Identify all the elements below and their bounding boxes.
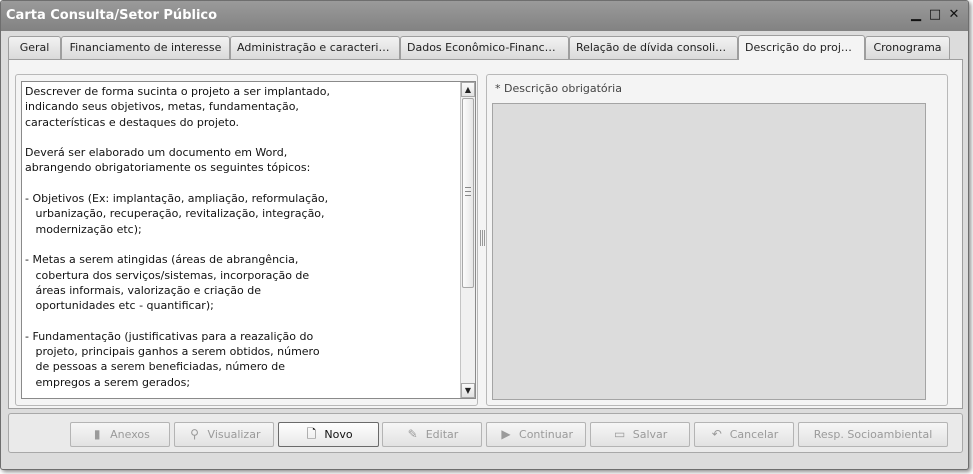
tab-geral[interactable]: Geral xyxy=(8,36,61,59)
novo-label: Novo xyxy=(324,428,353,441)
play-icon: ▶ xyxy=(501,427,511,441)
continuar-label: Continuar xyxy=(519,428,573,441)
instructions-textarea[interactable]: Descrever de forma sucinta o projeto a s… xyxy=(21,81,476,399)
instructions-text: Descrever de forma sucinta o projeto a s… xyxy=(25,85,330,389)
novo-button[interactable]: 🗋 Novo xyxy=(278,422,379,447)
scroll-down-icon[interactable]: ▼ xyxy=(461,383,475,398)
undo-icon: ↶ xyxy=(711,427,722,441)
pencil-icon: ✎ xyxy=(407,427,418,441)
visualizar-label: Visualizar xyxy=(207,428,261,441)
tab-bar: Geral Financiamento de interesse Adminis… xyxy=(8,35,963,60)
anexos-button[interactable]: ▮ Anexos xyxy=(70,422,170,447)
scroll-up-icon[interactable]: ▲ xyxy=(461,82,475,97)
description-group: * Descrição obrigatória xyxy=(486,74,948,406)
minimize-icon[interactable]: ▁ xyxy=(907,6,925,24)
editar-button[interactable]: ✎ Editar xyxy=(382,422,482,447)
cancelar-button[interactable]: ↶ Cancelar xyxy=(694,422,794,447)
description-area[interactable] xyxy=(492,103,926,400)
continuar-button[interactable]: ▶ Continuar xyxy=(486,422,586,447)
tab-cronograma[interactable]: Cronograma xyxy=(865,36,950,59)
magnifier-icon: ⚲ xyxy=(190,427,199,441)
tab-relacao-divida[interactable]: Relação de dívida consolida... xyxy=(569,36,738,59)
action-toolbar: ▮ Anexos ⚲ Visualizar 🗋 Novo ✎ Editar ▶ Conti… xyxy=(8,413,963,453)
anexos-label: Anexos xyxy=(110,428,150,441)
close-icon[interactable]: ✕ xyxy=(945,6,963,24)
resp-socioambiental-button[interactable]: Resp. Socioambiental xyxy=(798,422,948,447)
maximize-icon[interactable]: □ xyxy=(926,6,944,24)
tab-content-panel: Descrever de forma sucinta o projeto a s… xyxy=(8,59,963,409)
resp-socioambiental-label: Resp. Socioambiental xyxy=(813,428,933,441)
salvar-button[interactable]: ▭ Salvar xyxy=(590,422,690,447)
new-document-icon: 🗋 xyxy=(306,427,317,441)
salvar-label: Salvar xyxy=(632,428,668,441)
instructions-group: Descrever de forma sucinta o projeto a s… xyxy=(15,74,478,406)
cancelar-label: Cancelar xyxy=(729,428,779,441)
grip-icon xyxy=(465,187,471,196)
floppy-icon: ▭ xyxy=(614,427,626,441)
attachment-icon: ▮ xyxy=(93,427,101,441)
title-bar: Carta Consulta/Setor Público ▁ □ ✕ xyxy=(1,1,968,31)
window-title: Carta Consulta/Setor Público xyxy=(6,8,218,23)
app-window: Carta Consulta/Setor Público ▁ □ ✕ Geral… xyxy=(0,0,969,470)
editar-label: Editar xyxy=(425,428,459,441)
tab-dados-economico[interactable]: Dados Econômico-Financeiros xyxy=(400,36,569,59)
splitter-handle[interactable] xyxy=(480,230,485,246)
vertical-scrollbar[interactable]: ▲ ▼ xyxy=(460,82,475,398)
tab-financiamento[interactable]: Financiamento de interesse xyxy=(61,36,230,59)
scroll-thumb[interactable] xyxy=(462,98,474,288)
visualizar-button[interactable]: ⚲ Visualizar xyxy=(174,422,274,447)
description-label: * Descrição obrigatória xyxy=(495,82,622,95)
tab-descricao-projeto[interactable]: Descrição do projeto xyxy=(738,35,865,60)
tab-administracao[interactable]: Administração e caracteriza... xyxy=(230,36,400,59)
